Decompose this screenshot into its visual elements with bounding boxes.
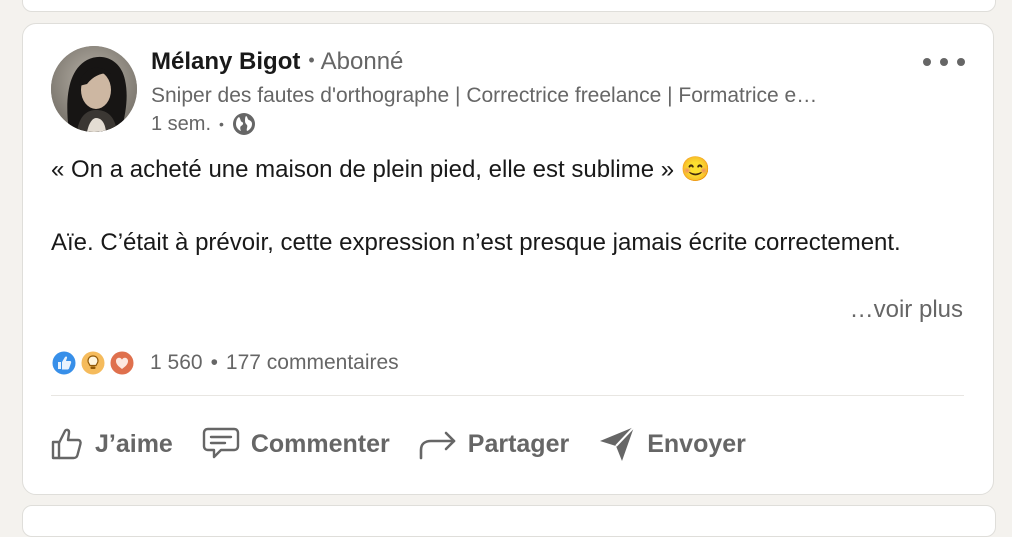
share-arrow-icon [419,431,456,460]
like-button[interactable]: J’aime [49,426,173,462]
comment-button-label: Commenter [250,429,390,458]
share-button-label: Partager [467,429,570,458]
post-text-line1: « On a acheté une maison de plein pied, … [51,156,711,183]
send-paper-plane-icon [600,426,635,461]
send-button[interactable]: Envoyer [597,424,746,464]
thumbs-up-icon [51,428,82,460]
post-body: « On a acheté une maison de plein pied, … [51,152,971,260]
post-actions: J’aime Commenter Partager Envoyer [49,424,774,464]
separator-dot: • [308,50,315,70]
smiling-emoji-icon: 😊 [680,156,711,183]
separator-dot: • [210,351,218,374]
love-icon [109,350,135,376]
previous-post-card [22,0,996,12]
send-button-label: Envoyer [647,429,746,458]
author-headline: Sniper des fautes d'orthographe | Correc… [151,84,818,107]
see-more-link[interactable]: …voir plus [850,296,963,324]
follow-status: Abonné [320,48,404,75]
reactions-summary[interactable] [51,350,138,376]
social-counts: 1 560 • 177 commentaires [51,350,399,376]
author-line: Mélany Bigot • Abonné [151,48,403,76]
post-card: Mélany Bigot • Abonné Sniper des fautes d'… [22,23,994,495]
comment-button[interactable]: Commenter [201,426,390,462]
more-options-button[interactable] [923,50,965,74]
more-horizontal-icon [923,58,931,66]
author-avatar[interactable] [51,46,137,132]
insightful-icon [80,350,106,376]
comment-icon [202,427,240,459]
post-meta: 1 sem. • [151,112,256,136]
share-button[interactable]: Partager [418,426,569,462]
separator-dot: • [219,116,224,132]
divider [51,395,964,396]
globe-icon [232,113,255,135]
post-timestamp[interactable]: 1 sem. [151,113,211,136]
like-button-label: J’aime [95,429,173,458]
reaction-count[interactable]: 1 560 [150,351,203,375]
like-icon [51,350,77,376]
comments-count[interactable]: 177 commentaires [226,351,399,375]
post-text-line2: Aïe. C’était à prévoir, cette expression… [51,229,901,256]
author-name[interactable]: Mélany Bigot [151,48,300,75]
